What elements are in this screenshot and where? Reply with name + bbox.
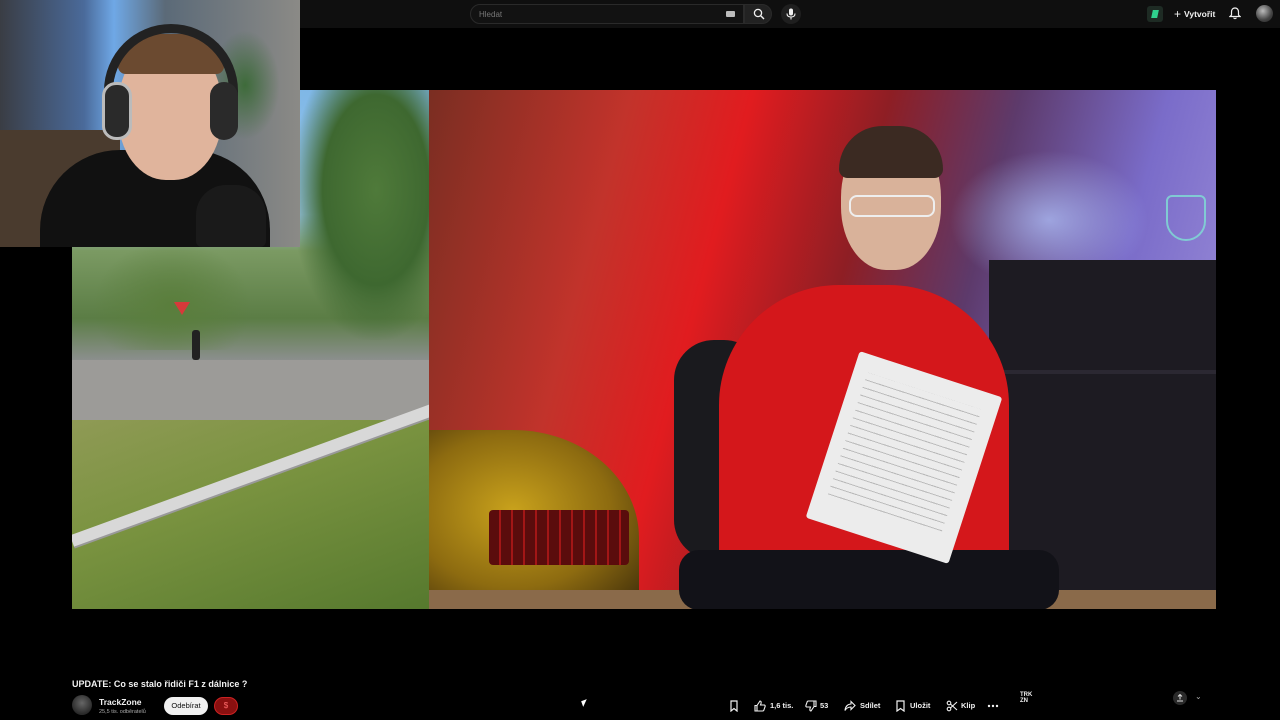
keyboard-icon[interactable]	[726, 11, 735, 17]
more-actions-button[interactable]	[987, 697, 1003, 715]
microphone-icon	[786, 8, 796, 20]
clip-button[interactable]: Klip	[946, 697, 980, 715]
search-box[interactable]	[470, 4, 744, 24]
trees-background	[92, 240, 252, 350]
channel-name[interactable]: TrackZone	[99, 697, 142, 707]
road	[72, 360, 429, 420]
like-count: 1,6 tis.	[770, 701, 794, 710]
share-icon	[844, 700, 856, 711]
car-taillight	[489, 510, 629, 565]
yield-sign	[174, 302, 190, 315]
video-title: UPDATE: Co se stalo řidiči F1 z dálnice …	[72, 679, 248, 689]
account-avatar[interactable]	[1256, 5, 1273, 22]
bookmark-button[interactable]	[729, 697, 745, 715]
plus-icon: +	[1174, 7, 1182, 21]
channel-logo[interactable]: TRK ZN	[1020, 692, 1034, 704]
share-button[interactable]: Sdílet	[844, 697, 884, 715]
thumbs-down-icon	[805, 700, 817, 712]
save-button[interactable]: Uložit	[895, 697, 935, 715]
glasses	[849, 195, 935, 217]
headphone-left-cup	[102, 82, 132, 140]
search-icon	[753, 8, 765, 20]
bell-icon	[1229, 7, 1241, 20]
subscribe-button[interactable]: Odebírat	[164, 697, 208, 715]
bookmark-icon	[730, 700, 738, 712]
mouse-cursor	[581, 699, 589, 707]
dislike-count: 53	[820, 701, 829, 710]
save-playlist-icon	[896, 700, 905, 712]
upload-button[interactable]	[1173, 691, 1187, 705]
create-label: Vytvořit	[1184, 9, 1216, 19]
create-button[interactable]: + Vytvořit	[1170, 6, 1219, 22]
upload-icon	[1177, 694, 1183, 702]
microphone	[196, 185, 266, 247]
subscriber-count: 25,5 tis. odběratelů	[99, 709, 146, 715]
headphone-right-cup	[210, 82, 238, 140]
video-right-clip	[429, 90, 1216, 609]
voice-search-button[interactable]	[781, 4, 801, 24]
search-input[interactable]	[479, 7, 719, 22]
clip-label: Klip	[961, 701, 976, 710]
search-button[interactable]	[744, 4, 772, 24]
notifications-button[interactable]	[1227, 6, 1243, 22]
shield-logo-icon	[1166, 195, 1206, 241]
chevron-down-icon[interactable]: ⌄	[1195, 692, 1205, 702]
trees	[292, 90, 429, 340]
dislike-button[interactable]: 53	[805, 697, 831, 715]
extension-icon[interactable]	[1147, 6, 1163, 22]
thumbs-up-icon	[754, 700, 766, 712]
share-label: Sdílet	[860, 701, 881, 710]
more-horizontal-icon	[987, 704, 999, 708]
join-button[interactable]: $	[214, 697, 238, 715]
side-panel-header: TRK ZN ⌄	[1015, 689, 1210, 720]
save-label: Uložit	[910, 701, 931, 710]
like-button[interactable]: 1,6 tis.	[754, 697, 794, 715]
pedestrian	[192, 330, 200, 360]
channel-avatar[interactable]	[72, 695, 92, 715]
presenter-legs	[679, 550, 1059, 609]
presenter-hair	[839, 126, 943, 178]
facecam-overlay	[0, 0, 300, 247]
scissors-icon	[946, 700, 958, 712]
